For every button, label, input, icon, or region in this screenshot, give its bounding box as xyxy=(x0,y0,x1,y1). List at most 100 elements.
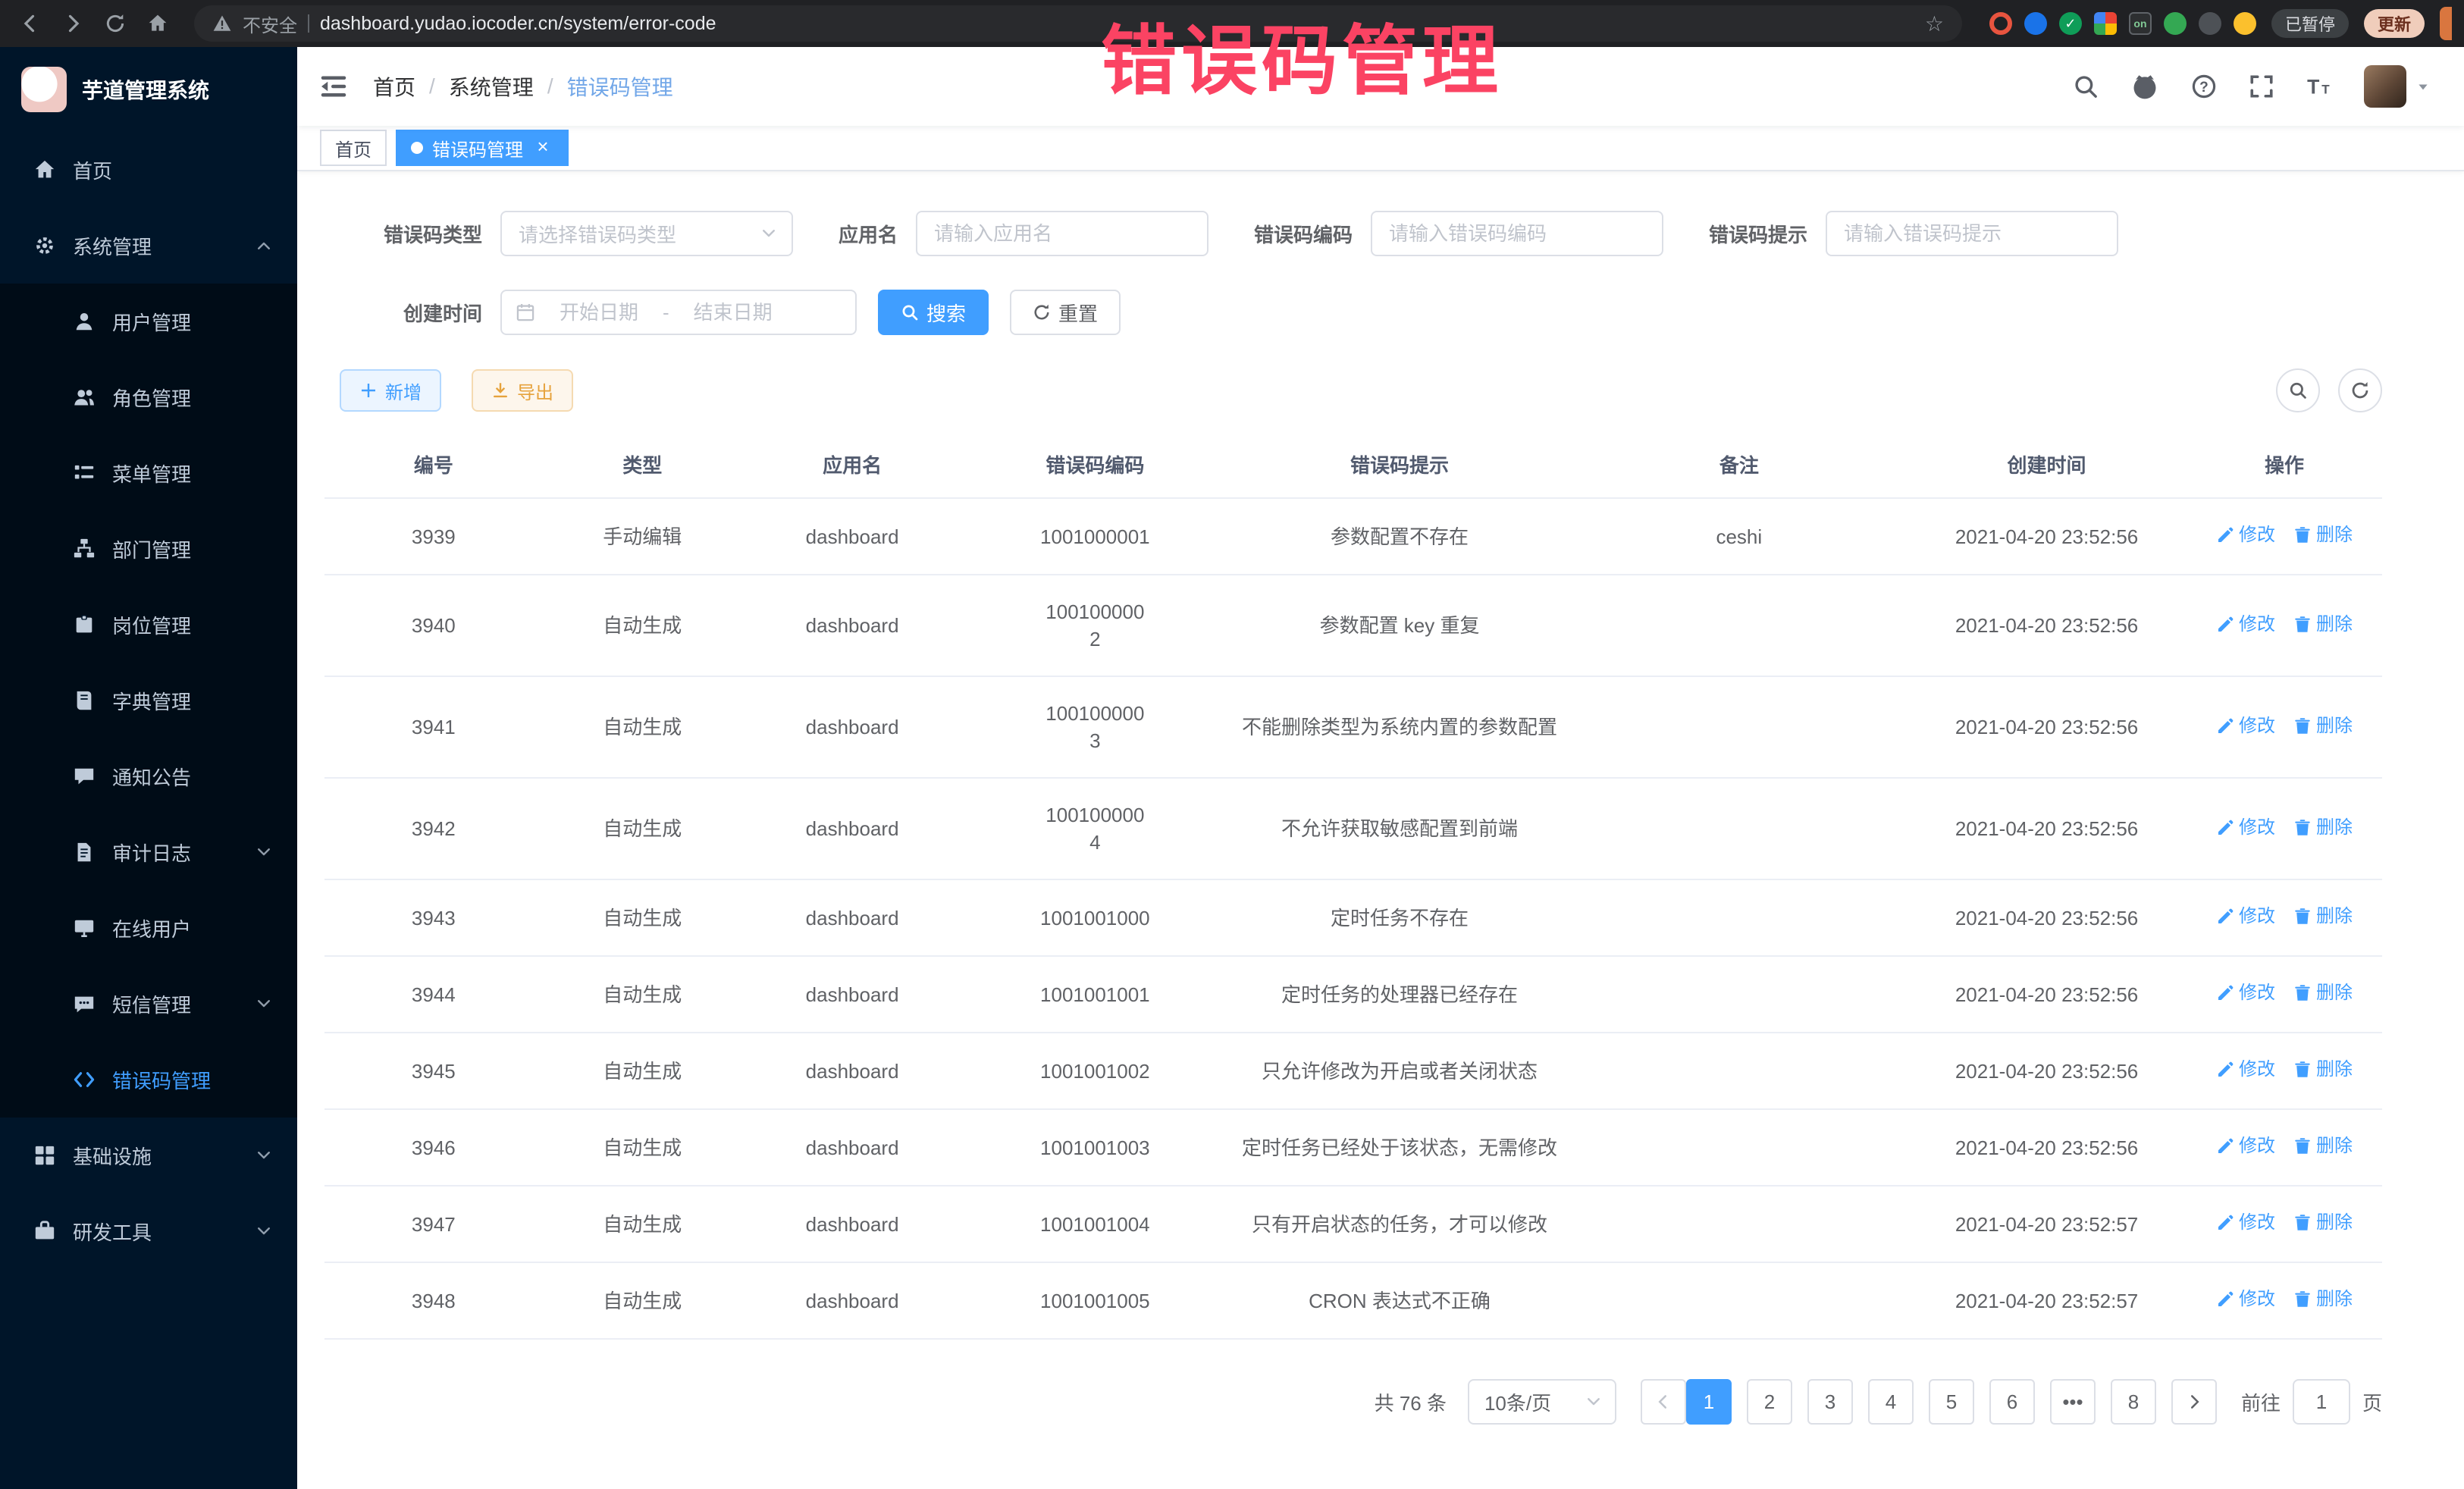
extension-grid-icon[interactable] xyxy=(2094,12,2117,35)
sidebar-item-5[interactable]: 部门管理 xyxy=(0,511,297,587)
start-date-input[interactable] xyxy=(544,301,654,324)
page-button-3[interactable]: 3 xyxy=(1807,1379,1853,1425)
tab-1[interactable]: 错误码管理× xyxy=(396,130,569,166)
extension-on-badge[interactable]: on xyxy=(2129,12,2152,35)
edit-button[interactable]: 修改 xyxy=(2216,522,2275,549)
edit-button[interactable]: 修改 xyxy=(2216,903,2275,930)
sidebar-fold-icon[interactable] xyxy=(318,71,349,102)
back-icon[interactable] xyxy=(12,5,49,42)
column-header-7[interactable]: 操作 xyxy=(2187,434,2382,497)
edit-button[interactable]: 修改 xyxy=(2216,611,2275,638)
column-header-6[interactable]: 创建时间 xyxy=(1907,434,2187,497)
delete-button[interactable]: 删除 xyxy=(2293,713,2353,740)
sidebar-item-4[interactable]: 菜单管理 xyxy=(0,435,297,511)
extension-check-icon[interactable]: ✓ xyxy=(2059,12,2082,35)
sidebar-item-7[interactable]: 字典管理 xyxy=(0,663,297,738)
edit-button[interactable]: 修改 xyxy=(2216,980,2275,1007)
bookmark-star-icon[interactable]: ☆ xyxy=(1925,11,1944,36)
column-header-5[interactable]: 备注 xyxy=(1572,434,1907,497)
forward-icon[interactable] xyxy=(55,5,91,42)
goto-page-input[interactable] xyxy=(2293,1379,2350,1425)
toggle-search-button[interactable] xyxy=(2276,368,2320,412)
table-row[interactable]: 3939手动编辑dashboard1001000001参数配置不存在ceshi2… xyxy=(324,499,2382,575)
table-row[interactable]: 3943自动生成dashboard1001001000定时任务不存在2021-0… xyxy=(324,880,2382,957)
browser-profile-avatar[interactable] xyxy=(2440,7,2452,40)
prev-page-button[interactable] xyxy=(1641,1379,1686,1425)
code-input[interactable] xyxy=(1371,211,1663,256)
column-header-1[interactable]: 类型 xyxy=(543,434,742,497)
end-date-input[interactable] xyxy=(679,301,788,324)
tab-0[interactable]: 首页 xyxy=(320,130,387,166)
delete-button[interactable]: 删除 xyxy=(2293,611,2353,638)
page-button-5[interactable]: 5 xyxy=(1929,1379,1974,1425)
update-button[interactable]: 更新 xyxy=(2364,9,2425,38)
table-row[interactable]: 3941自动生成dashboard100100000 3不能删除类型为系统内置的… xyxy=(324,677,2382,779)
date-range-picker[interactable]: - xyxy=(500,290,857,335)
page-button-1[interactable]: 1 xyxy=(1686,1379,1732,1425)
edit-button[interactable]: 修改 xyxy=(2216,1133,2275,1160)
table-row[interactable]: 3948自动生成dashboard1001001005CRON 表达式不正确20… xyxy=(324,1263,2382,1340)
delete-button[interactable]: 删除 xyxy=(2293,814,2353,842)
sidebar-item-6[interactable]: 岗位管理 xyxy=(0,587,297,663)
delete-button[interactable]: 删除 xyxy=(2293,522,2353,549)
delete-button[interactable]: 删除 xyxy=(2293,1286,2353,1313)
github-icon[interactable] xyxy=(2130,72,2159,101)
extension-red-icon[interactable] xyxy=(1989,12,2012,35)
reset-button[interactable]: 重置 xyxy=(1010,290,1121,335)
sidebar-item-11[interactable]: 短信管理 xyxy=(0,966,297,1042)
table-row[interactable]: 3945自动生成dashboard1001001002只允许修改为开启或者关闭状… xyxy=(324,1033,2382,1110)
edit-button[interactable]: 修改 xyxy=(2216,1209,2275,1237)
table-row[interactable]: 3942自动生成dashboard100100000 4不允许获取敏感配置到前端… xyxy=(324,779,2382,880)
page-size-select[interactable]: 10条/页 xyxy=(1468,1379,1616,1425)
table-row[interactable]: 3944自动生成dashboard1001001001定时任务的处理器已经存在2… xyxy=(324,957,2382,1033)
sidebar-item-9[interactable]: 审计日志 xyxy=(0,814,297,890)
breadcrumb-item-2[interactable]: 错误码管理 xyxy=(567,71,673,102)
edit-button[interactable]: 修改 xyxy=(2216,1056,2275,1083)
extension-green-icon[interactable] xyxy=(2164,12,2187,35)
page-button-4[interactable]: 4 xyxy=(1868,1379,1914,1425)
column-header-0[interactable]: 编号 xyxy=(324,434,543,497)
home-icon[interactable] xyxy=(140,5,176,42)
page-button-8[interactable]: 8 xyxy=(2111,1379,2156,1425)
extension-paw-icon[interactable] xyxy=(2199,12,2221,35)
sidebar-item-0[interactable]: 首页 xyxy=(0,132,297,208)
reload-icon[interactable] xyxy=(97,5,133,42)
next-page-button[interactable] xyxy=(2171,1379,2217,1425)
column-header-4[interactable]: 错误码提示 xyxy=(1227,434,1571,497)
breadcrumb-item-0[interactable]: 首页 xyxy=(373,71,415,102)
refresh-button[interactable] xyxy=(2338,368,2382,412)
column-header-2[interactable]: 应用名 xyxy=(742,434,962,497)
breadcrumb-item-1[interactable]: 系统管理 xyxy=(449,71,534,102)
paused-badge[interactable]: 已暂停 xyxy=(2271,9,2349,38)
delete-button[interactable]: 删除 xyxy=(2293,1133,2353,1160)
delete-button[interactable]: 删除 xyxy=(2293,980,2353,1007)
table-row[interactable]: 3946自动生成dashboard1001001003定时任务已经处于该状态，无… xyxy=(324,1110,2382,1186)
sidebar-item-12[interactable]: 错误码管理 xyxy=(0,1042,297,1118)
type-select[interactable]: 请选择错误码类型 xyxy=(500,211,793,256)
page-button-2[interactable]: 2 xyxy=(1747,1379,1792,1425)
fullscreen-icon[interactable] xyxy=(2249,74,2274,99)
sidebar-item-14[interactable]: 研发工具 xyxy=(0,1193,297,1269)
extension-blue-icon[interactable] xyxy=(2024,12,2047,35)
search-button[interactable]: 搜索 xyxy=(878,290,989,335)
profile-emoji-icon[interactable] xyxy=(2234,12,2256,35)
delete-button[interactable]: 删除 xyxy=(2293,1209,2353,1237)
tab-close-icon[interactable]: × xyxy=(532,137,553,158)
sidebar-item-2[interactable]: 用户管理 xyxy=(0,284,297,359)
search-icon[interactable] xyxy=(2073,74,2099,99)
sidebar-item-3[interactable]: 角色管理 xyxy=(0,359,297,435)
page-button-6[interactable]: 6 xyxy=(1989,1379,2035,1425)
app-input[interactable] xyxy=(916,211,1208,256)
msg-input[interactable] xyxy=(1826,211,2118,256)
sidebar-item-13[interactable]: 基础设施 xyxy=(0,1118,297,1193)
edit-button[interactable]: 修改 xyxy=(2216,814,2275,842)
sidebar-item-8[interactable]: 通知公告 xyxy=(0,738,297,814)
sidebar-item-1[interactable]: 系统管理 xyxy=(0,208,297,284)
help-icon[interactable]: ? xyxy=(2191,74,2217,99)
delete-button[interactable]: 删除 xyxy=(2293,1056,2353,1083)
page-button-ellipsis[interactable]: ••• xyxy=(2050,1379,2096,1425)
edit-button[interactable]: 修改 xyxy=(2216,1286,2275,1313)
user-menu[interactable] xyxy=(2364,65,2431,108)
logo-row[interactable]: 芋道管理系统 xyxy=(0,47,297,132)
column-header-3[interactable]: 错误码编码 xyxy=(962,434,1227,497)
